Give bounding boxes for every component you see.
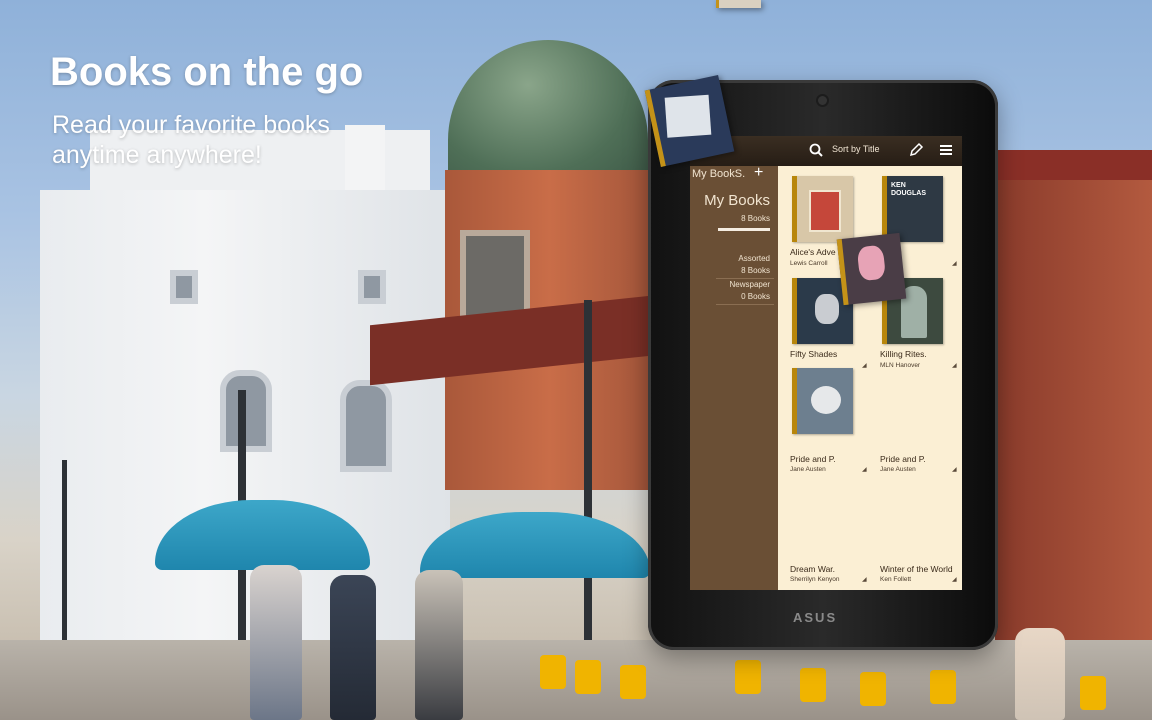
book-cover: KEN DOUGLAS: [882, 176, 943, 242]
tablet-device: Sort by Title My BookS. + My Books 8 Boo…: [648, 80, 998, 650]
assorted-count: 8 Books: [741, 266, 770, 275]
sidebar-top-label: My BookS.: [692, 168, 746, 180]
chair: [540, 655, 566, 689]
selected-indicator: [718, 228, 770, 231]
sidebar-item-my-books[interactable]: My Books: [704, 192, 770, 209]
book-title: Killing Rites.: [880, 349, 927, 359]
menu-icon[interactable]: [940, 144, 952, 156]
add-icon[interactable]: +: [754, 164, 763, 182]
street-lamp: [584, 300, 592, 640]
book-author: Ken Follett: [880, 576, 912, 583]
subline: Read your favorite books anytime anywher…: [52, 111, 330, 169]
person: [330, 575, 376, 720]
chair: [575, 660, 601, 694]
book-title: Pride and P.: [790, 454, 836, 464]
camera-icon: [818, 96, 827, 105]
flying-book-cover: [644, 75, 735, 167]
book-menu-icon[interactable]: ◢: [862, 362, 867, 369]
book-title: Winter of the World: [880, 564, 953, 574]
library-sidebar: My BookS. + My Books 8 Books Assorted 8 …: [690, 164, 778, 590]
book-title: Dream War.: [790, 564, 836, 574]
right-building: [995, 180, 1152, 660]
umbrella: [420, 512, 650, 578]
divider: [716, 304, 774, 305]
green-dome: [448, 40, 648, 190]
sort-dropdown[interactable]: Sort by Title: [832, 144, 880, 154]
book-author: MLN Hanover: [880, 362, 921, 369]
book-menu-icon[interactable]: ◢: [952, 466, 957, 473]
book-title: Pride and P.: [880, 454, 926, 464]
flying-book-cover: [836, 232, 907, 306]
chair: [930, 670, 956, 704]
headline: Books on the go: [50, 50, 364, 94]
tower-window: [460, 230, 530, 322]
person: [250, 565, 302, 720]
chair: [860, 672, 886, 706]
book-grid: Alice's Adve Lewis Carroll ◢ KEN DOUGLAS…: [778, 166, 962, 590]
search-icon[interactable]: [808, 142, 824, 158]
book-menu-icon[interactable]: ◢: [952, 260, 957, 267]
flying-book-cover: [716, 0, 761, 8]
edit-icon[interactable]: [908, 142, 924, 158]
chair: [800, 668, 826, 702]
book-author: Sherrilyn Kenyon: [790, 576, 840, 583]
book-title: Fifty Shades: [790, 349, 838, 359]
book-author: Jane Austen: [790, 466, 826, 473]
my-books-count: 8 Books: [741, 214, 770, 223]
book-menu-icon[interactable]: ◢: [952, 576, 957, 583]
sidebar-item-assorted[interactable]: Assorted: [738, 254, 770, 263]
book-author: Lewis Carroll: [790, 260, 828, 267]
brand-logo: ASUS: [793, 610, 838, 625]
divider: [716, 278, 774, 279]
person: [1015, 628, 1065, 720]
sidebar-item-newspaper[interactable]: Newspaper: [730, 280, 770, 289]
chair: [735, 660, 761, 694]
tablet-screen: Sort by Title My BookS. + My Books 8 Boo…: [690, 136, 962, 590]
book-menu-icon[interactable]: ◢: [862, 466, 867, 473]
newspaper-count: 0 Books: [741, 292, 770, 301]
street-lamp: [62, 460, 67, 660]
book-cover: [792, 176, 853, 242]
book-author: Jane Austen: [880, 466, 916, 473]
chair: [1080, 676, 1106, 710]
chair: [620, 665, 646, 699]
person: [415, 570, 463, 720]
book-cover: [792, 368, 853, 434]
book-menu-icon[interactable]: ◢: [862, 576, 867, 583]
book-menu-icon[interactable]: ◢: [952, 362, 957, 369]
